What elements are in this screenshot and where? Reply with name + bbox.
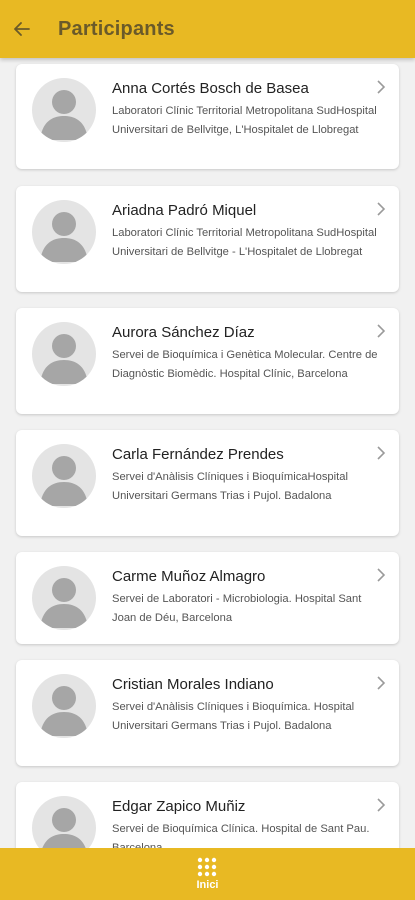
arrow-left-icon [14, 22, 30, 36]
participant-card[interactable]: Carme Muñoz Almagro Servei de Laboratori… [16, 552, 399, 644]
avatar [32, 444, 96, 508]
chevron-right-icon [377, 202, 386, 216]
avatar [32, 200, 96, 264]
participant-affiliation: Servei de Laboratori - Microbiologia. Ho… [112, 593, 362, 624]
participant-affiliation: Servei d'Anàlisis Clíniques i Bioquímica… [112, 701, 355, 732]
user-placeholder-icon [42, 808, 86, 848]
avatar [32, 322, 96, 386]
chevron-right-icon [377, 446, 386, 460]
tab-label: Inici [196, 879, 219, 891]
participant-card[interactable]: Aurora Sánchez Díaz Servei de Bioquímica… [16, 308, 399, 414]
user-placeholder-icon [40, 456, 88, 506]
user-placeholder-icon [40, 334, 88, 384]
participant-card[interactable]: Cristian Morales Indiano Servei d'Anàlis… [16, 660, 399, 766]
avatar [32, 566, 96, 630]
participant-name: Carla Fernández Prendes [112, 446, 284, 463]
bottom-nav: Inici [0, 848, 415, 900]
avatar [32, 674, 96, 738]
participant-name: Ariadna Padró Miquel [112, 202, 257, 219]
page-title: Participants [58, 17, 175, 40]
chevron-right-icon [377, 798, 386, 812]
tab-inici[interactable]: Inici [196, 857, 219, 891]
participant-name: Anna Cortés Bosch de Basea [112, 80, 309, 97]
chevron-right-icon [377, 676, 386, 690]
participant-affiliation: Laboratori Clínic Territorial Metropolit… [112, 105, 377, 136]
participant-name: Edgar Zapico Muñiz [112, 798, 246, 815]
participants-list[interactable]: Anna Cortés Bosch de Basea Laboratori Cl… [0, 58, 415, 848]
participant-name: Aurora Sánchez Díaz [112, 324, 255, 341]
back-button[interactable] [0, 0, 44, 58]
user-placeholder-icon [40, 90, 88, 140]
grid-icon [198, 857, 217, 877]
participant-card[interactable]: Anna Cortés Bosch de Basea Laboratori Cl… [16, 64, 399, 169]
participant-name: Cristian Morales Indiano [112, 676, 274, 693]
user-placeholder-icon [40, 578, 88, 628]
avatar [32, 78, 96, 142]
chevron-right-icon [377, 568, 386, 582]
participant-card[interactable]: Carla Fernández Prendes Servei d'Anàlisi… [16, 430, 399, 536]
participant-card[interactable]: Edgar Zapico Muñiz Servei de Bioquímica … [16, 782, 399, 848]
chevron-right-icon [377, 324, 386, 338]
user-placeholder-icon [40, 212, 88, 262]
app-header: Participants [0, 0, 415, 58]
participant-affiliation: Servei de Bioquímica i Genètica Molecula… [112, 349, 378, 380]
participant-affiliation: Laboratori Clínic Territorial Metropolit… [112, 227, 377, 258]
participant-card[interactable]: Ariadna Padró Miquel Laboratori Clínic T… [16, 186, 399, 292]
participant-affiliation: Servei de Bioquímica Clínica. Hospital d… [112, 823, 370, 848]
participant-affiliation: Servei d'Anàlisis Clíniques i Bioquímica… [112, 471, 348, 502]
user-placeholder-icon [40, 686, 88, 736]
participant-name: Carme Muñoz Almagro [112, 568, 266, 585]
avatar [32, 796, 96, 848]
chevron-right-icon [377, 80, 386, 94]
